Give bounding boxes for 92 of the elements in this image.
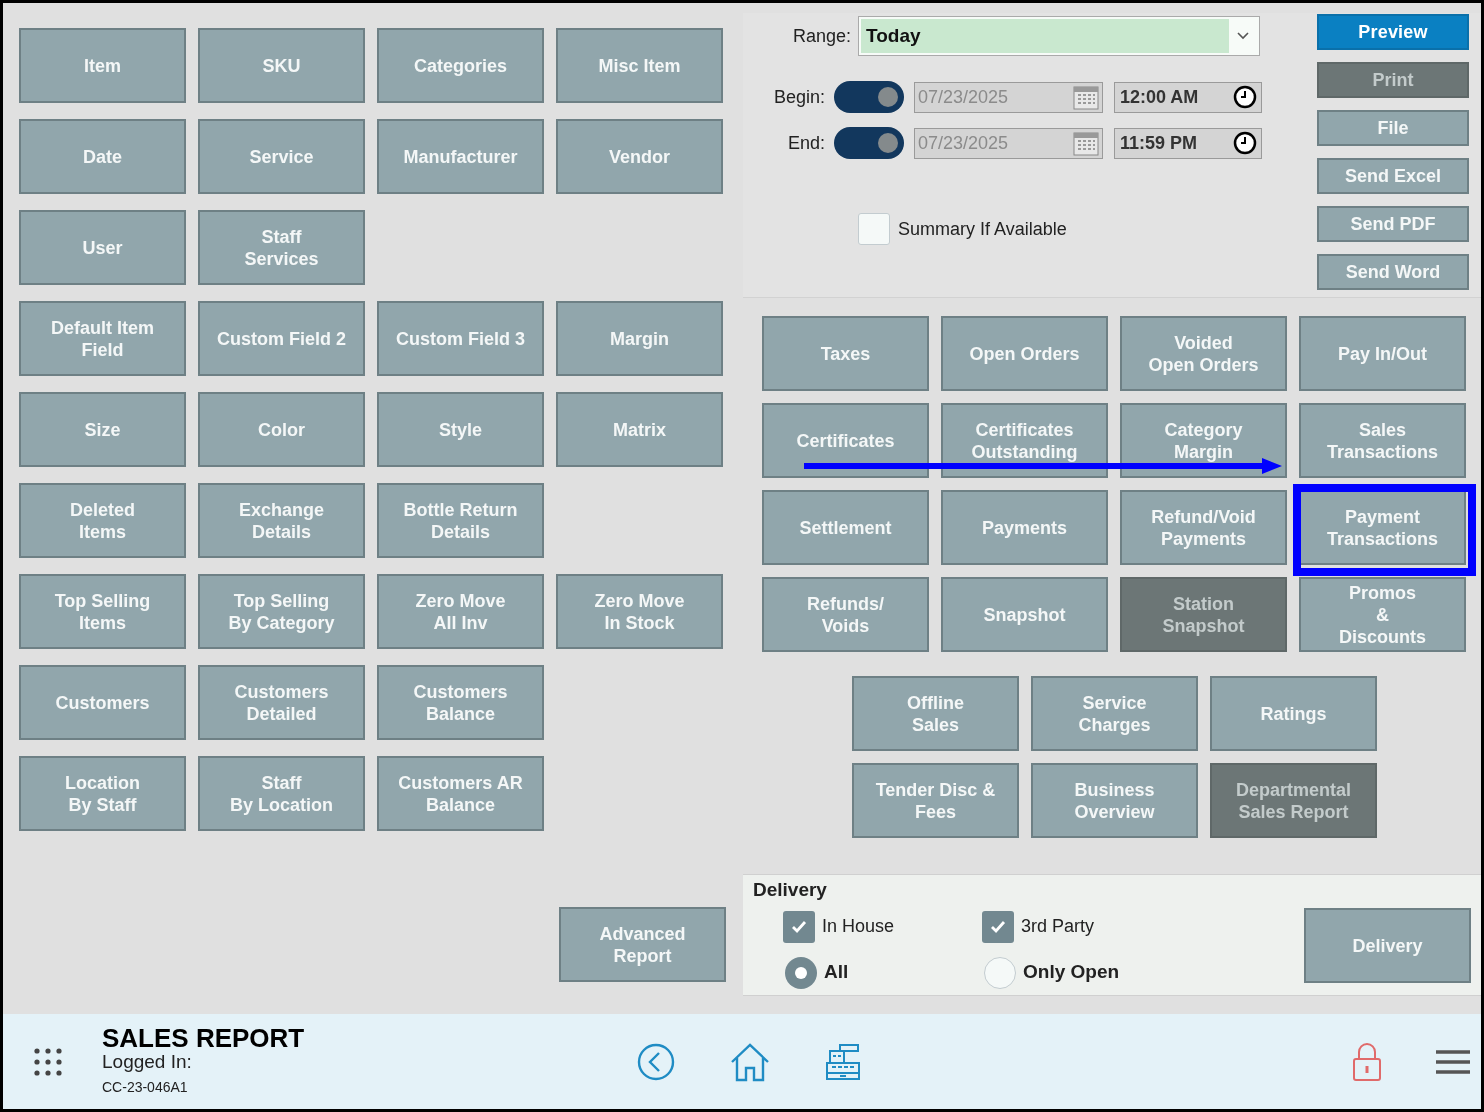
report-button[interactable]: Matrix bbox=[556, 392, 723, 467]
date-label: Begin: bbox=[772, 85, 825, 109]
report-button[interactable]: Pay In/Out bbox=[1299, 316, 1466, 391]
checkbox[interactable] bbox=[858, 213, 890, 245]
clock-icon bbox=[1233, 131, 1257, 155]
report-button[interactable]: Service bbox=[198, 119, 365, 194]
report-button[interactable]: Tender Disc & Fees bbox=[852, 763, 1019, 838]
chevron-down-icon bbox=[1236, 31, 1251, 41]
report-button[interactable]: Default Item Field bbox=[19, 301, 186, 376]
report-button[interactable]: SKU bbox=[198, 28, 365, 103]
action-button[interactable]: Send PDF bbox=[1317, 206, 1469, 242]
clock-icon bbox=[1233, 85, 1257, 109]
action-button[interactable]: Send Excel bbox=[1317, 158, 1469, 194]
range-dropdown[interactable]: Today bbox=[858, 16, 1261, 56]
report-button[interactable]: Certificates Outstanding bbox=[941, 403, 1108, 478]
report-button[interactable]: Color bbox=[198, 392, 365, 467]
report-button[interactable]: Margin bbox=[556, 301, 723, 376]
time-field[interactable]: 12:00 AM bbox=[1114, 81, 1262, 113]
report-button[interactable]: Style bbox=[377, 392, 544, 467]
delivery-option-label: In House bbox=[822, 915, 895, 938]
report-button[interactable]: Customers AR Balance bbox=[377, 756, 544, 831]
radio-button[interactable] bbox=[785, 956, 817, 989]
report-button[interactable]: Manufacturer bbox=[377, 119, 544, 194]
action-button[interactable]: Preview bbox=[1317, 14, 1469, 50]
report-button[interactable]: Refunds/ Voids bbox=[762, 577, 929, 652]
report-button[interactable]: Delivery bbox=[1304, 908, 1471, 983]
report-button[interactable]: Custom Field 3 bbox=[377, 301, 544, 376]
back-icon[interactable] bbox=[637, 1042, 676, 1081]
report-button[interactable]: Top Selling Items bbox=[19, 574, 186, 649]
page-title: SALES REPORT bbox=[102, 1025, 305, 1051]
checkbox[interactable] bbox=[783, 910, 815, 943]
toggle-switch[interactable] bbox=[834, 127, 904, 159]
radio-label: Only Open bbox=[1023, 960, 1120, 985]
report-button[interactable]: Offline Sales bbox=[852, 676, 1019, 751]
delivery-option-label: 3rd Party bbox=[1021, 915, 1095, 938]
report-button[interactable]: Location By Staff bbox=[19, 756, 186, 831]
report-button[interactable]: Date bbox=[19, 119, 186, 194]
report-button[interactable]: Taxes bbox=[762, 316, 929, 391]
report-button[interactable]: Payments bbox=[941, 490, 1108, 565]
report-button[interactable]: Bottle Return Details bbox=[377, 483, 544, 558]
report-button[interactable]: Service Charges bbox=[1031, 676, 1198, 751]
menu-icon[interactable] bbox=[1436, 1048, 1471, 1075]
report-button[interactable]: Ratings bbox=[1210, 676, 1377, 751]
report-button[interactable]: Refund/Void Payments bbox=[1120, 490, 1287, 565]
report-button[interactable]: Business Overview bbox=[1031, 763, 1198, 838]
toggle-switch[interactable] bbox=[834, 81, 904, 113]
radio-label: All bbox=[824, 960, 849, 985]
logged-in-label: Logged In: bbox=[102, 1051, 193, 1073]
report-button[interactable]: Snapshot bbox=[941, 577, 1108, 652]
report-button[interactable]: Customers Detailed bbox=[198, 665, 365, 740]
apps-grid-icon[interactable] bbox=[34, 1047, 62, 1076]
report-button[interactable]: Staff Services bbox=[198, 210, 365, 285]
report-button[interactable]: Custom Field 2 bbox=[198, 301, 365, 376]
report-button[interactable]: Misc Item bbox=[556, 28, 723, 103]
report-button[interactable]: Deleted Items bbox=[19, 483, 186, 558]
checkbox[interactable] bbox=[982, 910, 1014, 943]
lock-icon[interactable] bbox=[1352, 1041, 1383, 1082]
date-field[interactable]: 07/23/2025 bbox=[914, 81, 1103, 113]
report-button[interactable]: Customers bbox=[19, 665, 186, 740]
report-button[interactable]: Size bbox=[19, 392, 186, 467]
report-button[interactable]: Zero Move All Inv bbox=[377, 574, 544, 649]
report-button[interactable]: User bbox=[19, 210, 186, 285]
cash-register-icon[interactable] bbox=[824, 1042, 863, 1081]
report-button[interactable]: Exchange Details bbox=[198, 483, 365, 558]
report-button[interactable]: Vendor bbox=[556, 119, 723, 194]
report-button[interactable]: Zero Move In Stock bbox=[556, 574, 723, 649]
report-button[interactable]: Payment Transactions bbox=[1299, 490, 1466, 565]
report-button[interactable]: Item bbox=[19, 28, 186, 103]
calendar-icon bbox=[1072, 129, 1100, 157]
summary-label: Summary If Available bbox=[898, 217, 1067, 241]
report-button[interactable]: Staff By Location bbox=[198, 756, 365, 831]
range-label: Range: bbox=[793, 24, 852, 48]
action-button[interactable]: Send Word bbox=[1317, 254, 1469, 290]
time-field[interactable]: 11:59 PM bbox=[1114, 127, 1262, 159]
date-label: End: bbox=[786, 131, 825, 155]
report-button[interactable]: Top Selling By Category bbox=[198, 574, 365, 649]
report-button[interactable]: Advanced Report bbox=[559, 907, 726, 982]
report-button[interactable]: Settlement bbox=[762, 490, 929, 565]
report-button[interactable]: Customers Balance bbox=[377, 665, 544, 740]
report-button[interactable]: Voided Open Orders bbox=[1120, 316, 1287, 391]
date-field[interactable]: 07/23/2025 bbox=[914, 127, 1103, 159]
report-button[interactable]: Category Margin bbox=[1120, 403, 1287, 478]
report-button[interactable]: Promos & Discounts bbox=[1299, 577, 1466, 652]
radio-button[interactable] bbox=[984, 956, 1016, 989]
delivery-heading: Delivery bbox=[753, 878, 828, 902]
calendar-icon bbox=[1072, 83, 1100, 111]
report-button[interactable]: Sales Transactions bbox=[1299, 403, 1466, 478]
report-button[interactable]: Certificates bbox=[762, 403, 929, 478]
report-button[interactable]: Open Orders bbox=[941, 316, 1108, 391]
action-button[interactable]: File bbox=[1317, 110, 1469, 146]
report-button[interactable]: Categories bbox=[377, 28, 544, 103]
station-id: CC-23-046A1 bbox=[102, 1078, 189, 1097]
